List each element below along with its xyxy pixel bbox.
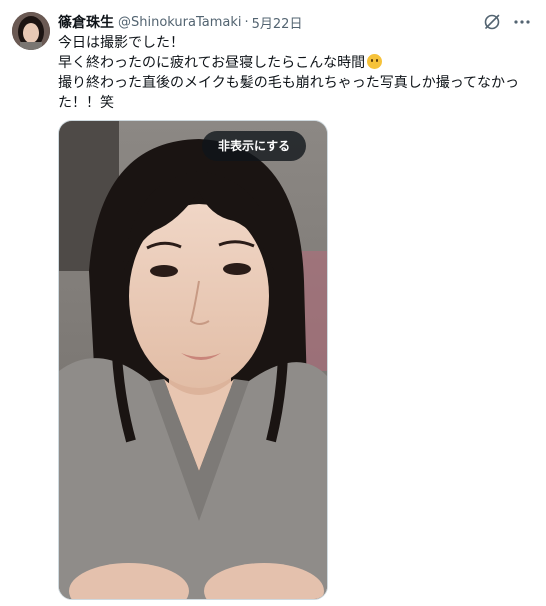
- post-text: 今日は撮影でした！ 早く終わったのに疲れてお昼寝したらこんな時間 撮り終わった直…: [58, 33, 534, 113]
- avatar[interactable]: [12, 12, 50, 50]
- post: 篠倉珠生 @ShinokuraTamaki · 5月22日 今日は撮影でした！ …: [0, 0, 546, 606]
- smiling-face-with-tear-icon: [367, 54, 383, 69]
- hide-media-button[interactable]: 非表示にする: [202, 131, 307, 161]
- photo-image: [59, 121, 327, 599]
- author-handle[interactable]: @ShinokuraTamaki: [118, 15, 242, 30]
- post-text-line-with-emoji: 早く終わったのに疲れてお昼寝したらこんな時間: [58, 53, 534, 73]
- more-icon[interactable]: [512, 12, 532, 32]
- post-top-actions: [482, 12, 532, 32]
- post-photo[interactable]: 非表示にする: [58, 120, 328, 600]
- post-date[interactable]: 5月22日: [252, 13, 303, 32]
- post-text-line: 今日は撮影でした！: [58, 35, 184, 51]
- post-header: 篠倉珠生 @ShinokuraTamaki · 5月22日: [58, 12, 302, 32]
- separator-dot: ·: [244, 14, 249, 30]
- post-text-line: 撮り終わった直後のメイクも髪の毛も崩れちゃった写真しか撮ってなかった！！笑: [58, 75, 520, 111]
- avatar-photo: [12, 12, 50, 50]
- post-text-line: 早く終わったのに疲れてお昼寝したらこんな時間: [58, 55, 366, 71]
- grok-icon[interactable]: [482, 12, 502, 32]
- author-name[interactable]: 篠倉珠生: [58, 12, 114, 32]
